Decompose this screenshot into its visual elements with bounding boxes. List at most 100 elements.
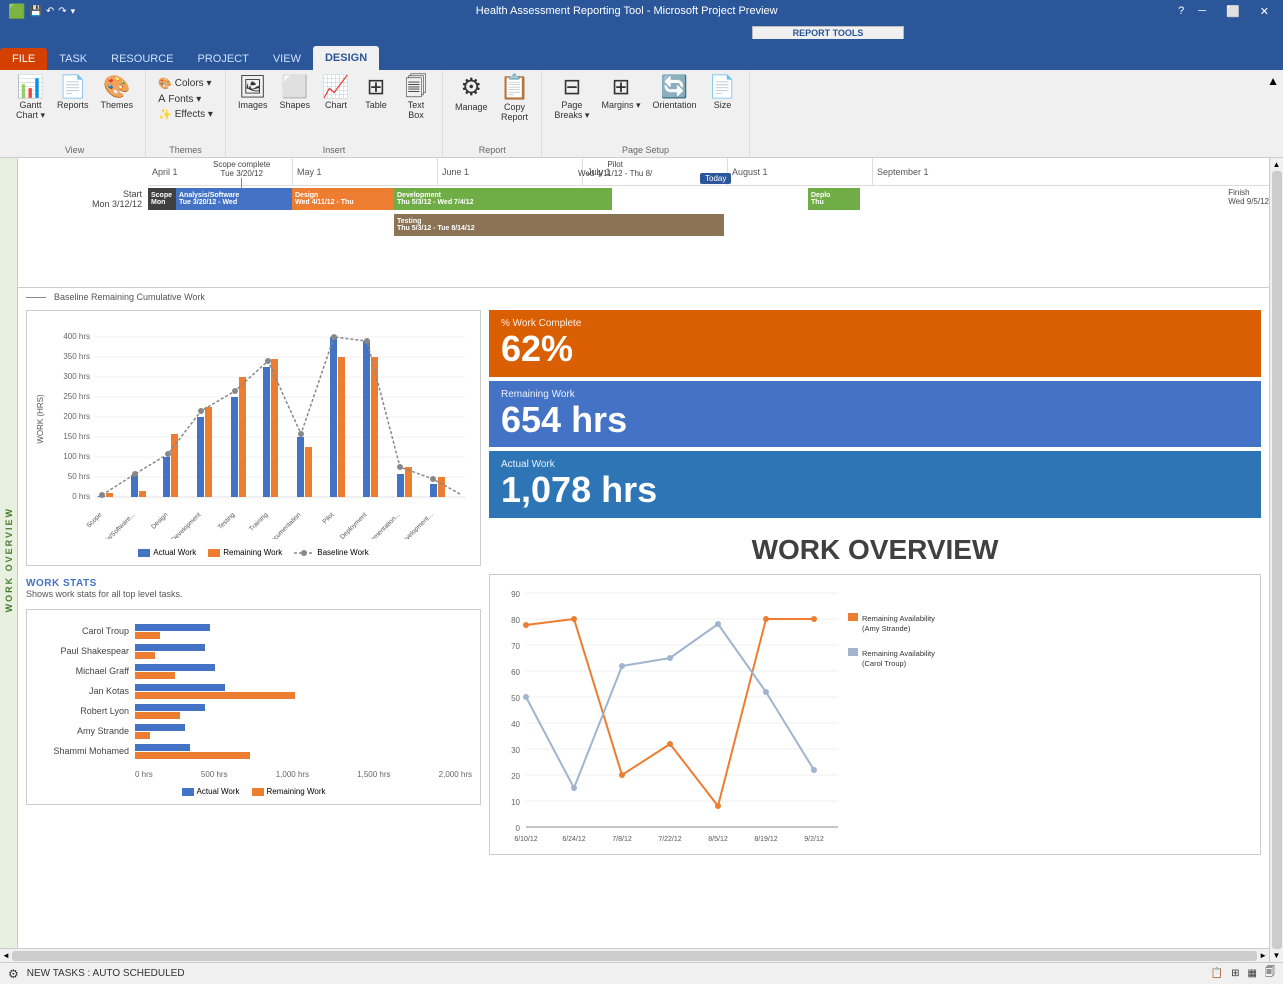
scroll-left-btn[interactable]: ◄	[2, 951, 10, 960]
tab-project[interactable]: PROJECT	[186, 48, 261, 70]
svg-text:300 hrs: 300 hrs	[63, 372, 90, 381]
hbar-chart-content: Carol Troup Paul Shakespear	[35, 618, 472, 766]
column-chart-svg: 400 hrs 350 hrs 300 hrs 250 hrs 200 hrs …	[35, 319, 475, 539]
images-icon: 🖼	[239, 76, 267, 98]
status-icon-4: 🗐	[1265, 965, 1275, 982]
tab-view[interactable]: VIEW	[261, 48, 313, 70]
hbar-jan-track	[135, 684, 472, 699]
hbar-shammi-track	[135, 744, 472, 759]
availability-chart-box: 90 80 70 60 50 40 30 20 10 0	[489, 574, 1261, 855]
tl-track-1: ScopeMon Analysis/SoftwareTue 3/20/12 - …	[148, 187, 1269, 211]
hbar-jan-actual	[135, 684, 225, 691]
reports-label: Reports	[57, 100, 89, 110]
colors-label: Colors ▾	[175, 78, 212, 89]
hbar-robert-remaining	[135, 712, 180, 719]
right-scrollbar[interactable]: ▲ ▼	[1269, 158, 1283, 962]
effects-icon: ✨	[158, 108, 172, 121]
page-breaks-icon: ⊟	[563, 76, 581, 98]
stat-remaining-label: Remaining Work	[501, 389, 1249, 400]
chart-btn[interactable]: 📈 Chart	[318, 74, 354, 112]
orientation-label: Orientation	[652, 100, 696, 110]
xaxis-1000: 1,000 hrs	[276, 770, 309, 779]
tab-file[interactable]: FILE	[0, 48, 47, 70]
svg-text:8/5/12: 8/5/12	[708, 836, 728, 843]
svg-text:50: 50	[511, 694, 520, 703]
colors-btn[interactable]: 🎨 Colors ▾	[154, 76, 217, 91]
hbar-amy-actual	[135, 724, 185, 731]
scope-line	[241, 178, 242, 188]
close-btn[interactable]: ✕	[1254, 5, 1275, 18]
scope-complete-annotation: Scope complete Tue 3/20/12	[213, 160, 270, 188]
tab-resource[interactable]: RESOURCE	[99, 48, 185, 70]
quick-access-save[interactable]: 💾	[29, 6, 41, 17]
stat-box-percent: % Work Complete 62%	[489, 310, 1261, 377]
restore-btn[interactable]: ⬜	[1220, 5, 1246, 18]
svg-text:9/2/12: 9/2/12	[804, 836, 824, 843]
title-bar: 🟩 💾 ↶ ↷ ▾ Health Assessment Reporting To…	[0, 0, 1283, 22]
scroll-right-btn[interactable]: ►	[1259, 951, 1267, 960]
svg-text:Training: Training	[248, 511, 270, 533]
page-breaks-btn[interactable]: ⊟ PageBreaks ▾	[550, 74, 593, 123]
reports-icon: 📄	[59, 76, 86, 98]
fonts-btn[interactable]: A Fonts ▾	[154, 92, 217, 106]
ribbon-collapse-btn[interactable]: ▲	[1267, 74, 1279, 88]
hbar-shammi-actual	[135, 744, 190, 751]
quick-access-redo[interactable]: ↷	[58, 6, 66, 17]
images-btn[interactable]: 🖼 Images	[234, 74, 272, 112]
quick-access-undo[interactable]: ↶	[46, 6, 54, 17]
copy-report-icon: 📋	[500, 76, 530, 100]
shapes-btn[interactable]: ⬜ Shapes	[275, 74, 314, 112]
page-setup-items: ⊟ PageBreaks ▾ ⊞ Margins ▾ 🔄 Orientation…	[550, 74, 740, 143]
page-setup-group-label: Page Setup	[622, 143, 669, 155]
stat-actual-label: Actual Work	[501, 459, 1249, 470]
status-bar-right: 📋 ⊞ ▦ 🗐	[1211, 965, 1275, 982]
report-panels: 400 hrs 350 hrs 300 hrs 250 hrs 200 hrs …	[18, 306, 1269, 906]
reports-btn[interactable]: 📄 Reports	[53, 74, 93, 112]
status-text: NEW TASKS : AUTO SCHEDULED	[27, 968, 185, 979]
svg-text:100 hrs: 100 hrs	[63, 452, 90, 461]
fonts-icon: A	[158, 93, 165, 105]
minimize-btn[interactable]: ─	[1192, 5, 1212, 17]
manage-btn[interactable]: ⚙ Manage	[451, 74, 492, 114]
copy-report-label: CopyReport	[501, 102, 528, 122]
tabs-row: FILE TASK RESOURCE PROJECT VIEW DESIGN	[0, 46, 1283, 70]
work-stats-desc: Shows work stats for all top level tasks…	[26, 589, 481, 599]
size-btn[interactable]: 📄 Size	[705, 74, 741, 112]
textbox-btn[interactable]: 🗐 TextBox	[398, 74, 434, 122]
margins-btn[interactable]: ⊞ Margins ▾	[597, 74, 644, 113]
copy-report-btn[interactable]: 📋 CopyReport	[496, 74, 534, 124]
themes-btn[interactable]: 🎨 Themes	[97, 74, 138, 112]
legend-remaining-label: Remaining Work	[223, 548, 282, 557]
insert-group-label: Insert	[323, 143, 346, 155]
svg-text:Remaining Availability: Remaining Availability	[862, 649, 935, 658]
content-area[interactable]: Scope complete Tue 3/20/12 Pilot Wed 4/1…	[18, 158, 1269, 962]
bar-design: DesignWed 4/11/12 - Thu	[292, 188, 394, 210]
svg-text:200 hrs: 200 hrs	[63, 412, 90, 421]
effects-btn[interactable]: ✨ Effects ▾	[154, 107, 217, 122]
today-marker: Today	[700, 172, 731, 184]
report-items: ⚙ Manage 📋 CopyReport	[451, 74, 533, 143]
vertical-label-area: WORK OVERVIEW	[0, 158, 18, 962]
scroll-down-btn[interactable]: ▼	[1273, 951, 1281, 960]
h-scroll-thumb[interactable]	[12, 951, 1257, 961]
gantt-chart-btn[interactable]: 📊 GanttChart ▾	[12, 74, 49, 123]
orientation-btn[interactable]: 🔄 Orientation	[648, 74, 700, 112]
pilot-label: Pilot	[578, 160, 652, 169]
bar-analysis: Analysis/SoftwareTue 3/20/12 - Wed	[176, 188, 292, 210]
tab-task[interactable]: TASK	[47, 48, 99, 70]
hbar-jan-label: Jan Kotas	[35, 686, 135, 696]
baseline-label-text: Baseline Remaining Cumulative Work	[54, 292, 205, 302]
bar-scope: ScopeMon	[148, 188, 176, 210]
scroll-up-btn[interactable]: ▲	[1273, 160, 1281, 169]
stat-percent-value: 62%	[501, 329, 1249, 369]
table-btn[interactable]: ⊞ Table	[358, 74, 394, 112]
legend-remaining: Remaining Work	[208, 548, 282, 557]
resource-legend-actual-color	[182, 788, 194, 796]
scroll-thumb[interactable]	[1272, 171, 1282, 949]
tab-design[interactable]: DESIGN	[313, 46, 379, 70]
finish-text: Finish	[1228, 188, 1269, 197]
view-group-label: View	[65, 143, 84, 155]
bottom-scrollbar[interactable]: ◄ ►	[0, 948, 1269, 962]
svg-text:Design: Design	[150, 511, 170, 531]
help-icon[interactable]: ?	[1178, 5, 1184, 17]
